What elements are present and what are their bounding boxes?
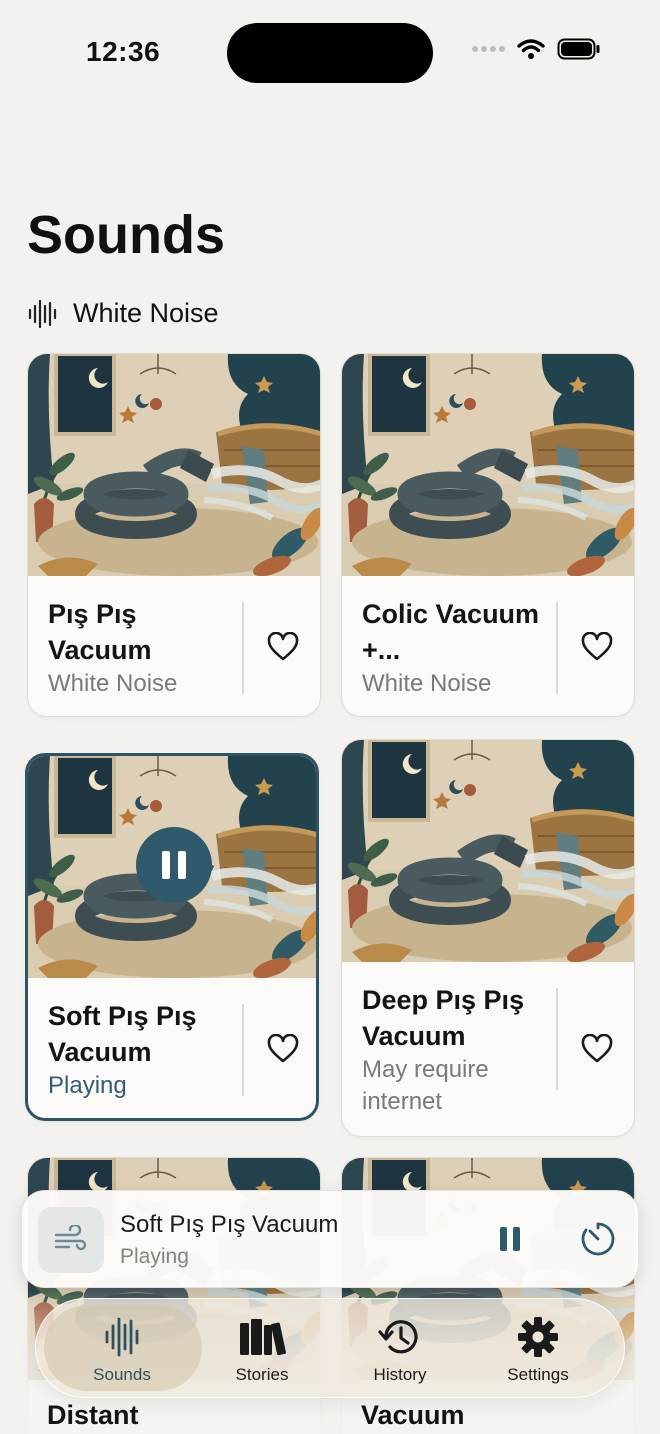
sound-card-playing[interactable]: Soft Pış Pış Vacuum Playing xyxy=(25,753,319,1121)
dynamic-island xyxy=(227,23,433,83)
pause-icon xyxy=(500,1227,520,1251)
favorite-heart-icon[interactable] xyxy=(580,1032,614,1066)
mini-player-pause-button[interactable] xyxy=(492,1221,528,1257)
tab-history[interactable]: History xyxy=(340,1315,460,1385)
card-artwork xyxy=(342,354,634,576)
card-status: Playing xyxy=(48,1072,127,1099)
timer-icon xyxy=(581,1222,615,1256)
tab-bar: Sounds Stories History Settings xyxy=(35,1298,625,1398)
card-subtitle: May require internet xyxy=(362,1056,489,1115)
tab-stories[interactable]: Stories xyxy=(202,1315,322,1385)
card-title: Pış Pış Vacuum xyxy=(48,599,152,665)
card-artwork xyxy=(28,354,320,576)
favorite-heart-icon[interactable] xyxy=(266,1032,300,1066)
card-artwork xyxy=(342,740,634,962)
gear-icon xyxy=(517,1315,559,1359)
card-title: Distant xyxy=(47,1400,139,1430)
card-subtitle: White Noise xyxy=(48,670,178,697)
status-time: 12:36 xyxy=(86,36,161,67)
card-divider xyxy=(242,602,244,694)
favorite-heart-icon[interactable] xyxy=(266,630,300,664)
card-title: Soft Pış Pış Vacuum xyxy=(48,1001,197,1067)
tab-settings[interactable]: Settings xyxy=(478,1315,598,1385)
sound-card[interactable]: Deep Pış Pış Vacuum May require internet xyxy=(341,739,635,1137)
pause-button[interactable] xyxy=(136,827,212,903)
tab-sounds[interactable]: Sounds xyxy=(62,1315,182,1385)
battery-icon xyxy=(557,38,600,60)
sound-card[interactable]: Colic Vacuum +... White Noise xyxy=(341,353,635,717)
wifi-icon xyxy=(517,39,545,59)
sound-card[interactable]: Pış Pış Vacuum White Noise xyxy=(27,353,321,717)
tab-label: Stories xyxy=(235,1365,289,1384)
tab-label: Sounds xyxy=(93,1365,151,1384)
section-title: White Noise xyxy=(73,298,219,328)
card-divider xyxy=(556,602,558,694)
favorite-heart-icon[interactable] xyxy=(580,630,614,664)
history-clock-icon xyxy=(378,1315,422,1359)
pause-icon xyxy=(162,851,186,879)
card-title: Colic Vacuum +... xyxy=(362,599,540,665)
card-divider xyxy=(242,1004,244,1096)
wind-icon xyxy=(54,1225,87,1251)
section-header: White Noise xyxy=(27,298,219,329)
mini-player[interactable]: Soft Pış Pış Vacuum Playing xyxy=(21,1190,639,1288)
waveform-icon xyxy=(104,1315,140,1359)
card-title: Deep Pış Pış Vacuum xyxy=(362,985,525,1051)
card-subtitle: White Noise xyxy=(362,670,492,697)
card-artwork xyxy=(28,756,316,978)
page-title: Sounds xyxy=(27,205,225,265)
tab-label: History xyxy=(373,1365,427,1384)
mini-player-title: Soft Pış Pış Vacuum xyxy=(120,1211,339,1238)
card-divider xyxy=(556,988,558,1090)
waveform-icon xyxy=(28,299,57,328)
mini-player-status: Playing xyxy=(120,1245,189,1268)
cellular-signal-icon xyxy=(472,46,505,52)
mini-player-artwork xyxy=(38,1207,104,1273)
status-icons xyxy=(472,38,601,60)
card-title: Vacuum xyxy=(361,1400,465,1430)
sleep-timer-button[interactable] xyxy=(578,1219,618,1259)
books-icon xyxy=(238,1315,286,1359)
tab-label: Settings xyxy=(507,1365,569,1384)
